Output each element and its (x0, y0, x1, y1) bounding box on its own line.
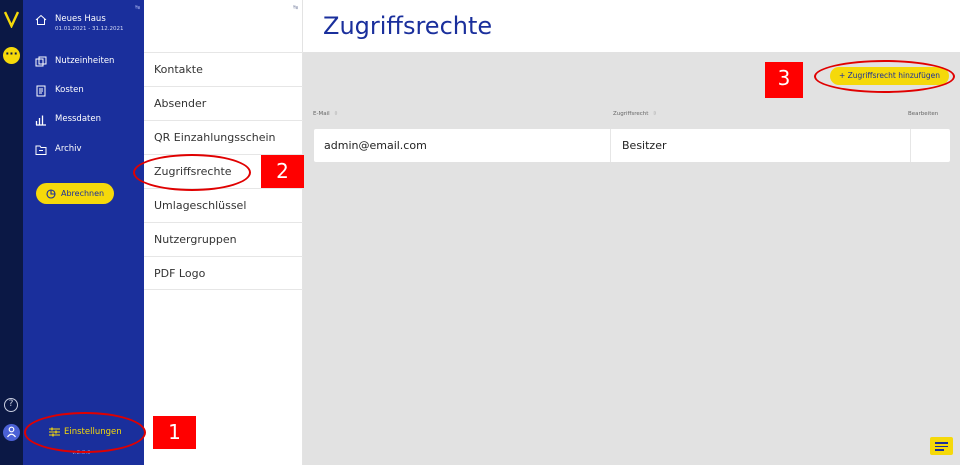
annotation-ellipse-zugriffsrechte (133, 154, 251, 191)
annotation-marker-1: 1 (153, 416, 196, 449)
submenu-item-nutzergruppen[interactable]: Nutzergruppen (144, 222, 303, 256)
column-header-zugriffsrecht[interactable]: Zugriffsrecht ⇳ (613, 111, 657, 117)
main-content: + Zugriffsrecht hinzufügen E-Mail ⇳ Zugri… (303, 52, 960, 465)
column-header-email[interactable]: E-Mail ⇳ (313, 111, 338, 117)
page-header: Zugriffsrechte (303, 0, 960, 52)
annotation-marker-3: 3 (765, 62, 803, 98)
submenu-item-kontakte[interactable]: Kontakte (144, 52, 303, 86)
submenu-item-umlageschluessel[interactable]: Umlageschlüssel (144, 188, 303, 222)
collapse-icon[interactable]: ↹ (293, 4, 298, 11)
edit-cell[interactable] (911, 129, 950, 162)
annotation-ellipse-add-button (814, 60, 955, 93)
nav-item-messdaten[interactable]: Messdaten (35, 114, 101, 126)
role-cell: Besitzer (622, 139, 667, 152)
receipt-icon (36, 85, 46, 97)
table-row[interactable]: admin@email.com Besitzer (314, 129, 950, 162)
email-cell: admin@email.com (324, 139, 427, 152)
help-circle-icon[interactable]: ? (4, 398, 18, 412)
units-icon (35, 56, 47, 67)
abrechnen-button[interactable]: Abrechnen (36, 183, 114, 204)
user-icon[interactable] (3, 424, 20, 441)
property-name: Neues Haus (55, 14, 106, 24)
archive-icon (35, 145, 47, 155)
collapse-icon[interactable]: ↹ (135, 4, 140, 11)
settings-submenu: ↹ Kontakte Absender QR Einzahlungsschein… (144, 0, 303, 465)
chat-icon[interactable] (930, 437, 953, 455)
bar-chart-icon (35, 115, 46, 126)
sort-icon: ⇳ (652, 111, 657, 117)
more-dots-icon[interactable]: ··· (3, 47, 20, 64)
submenu-item-absender[interactable]: Absender (144, 86, 303, 120)
property-selector[interactable]: Neues Haus 01.01.2021 - 31.12.2021 (35, 14, 123, 32)
divider (610, 129, 611, 162)
main-navigation: ↹ Neues Haus 01.01.2021 - 31.12.2021 Nut… (23, 0, 144, 465)
submenu-item-qr-einzahlungsschein[interactable]: QR Einzahlungsschein (144, 120, 303, 154)
page-title: Zugriffsrechte (323, 12, 493, 40)
sort-icon: ⇳ (333, 111, 339, 117)
pie-chart-icon (46, 188, 56, 199)
property-period: 01.01.2021 - 31.12.2021 (55, 26, 124, 32)
nav-item-nutzeinheiten[interactable]: Nutzeinheiten (35, 56, 114, 68)
submenu-item-pdf-logo[interactable]: PDF Logo (144, 256, 303, 290)
nav-item-kosten[interactable]: Kosten (35, 85, 84, 97)
annotation-marker-2: 2 (261, 155, 304, 188)
app-rail: ··· ? (0, 0, 23, 465)
v-logo-icon[interactable] (4, 10, 19, 28)
column-header-bearbeiten: Bearbeiten (908, 111, 939, 117)
nav-item-archiv[interactable]: Archiv (35, 144, 82, 156)
home-icon (35, 14, 47, 25)
annotation-ellipse-einstellungen (24, 412, 146, 453)
